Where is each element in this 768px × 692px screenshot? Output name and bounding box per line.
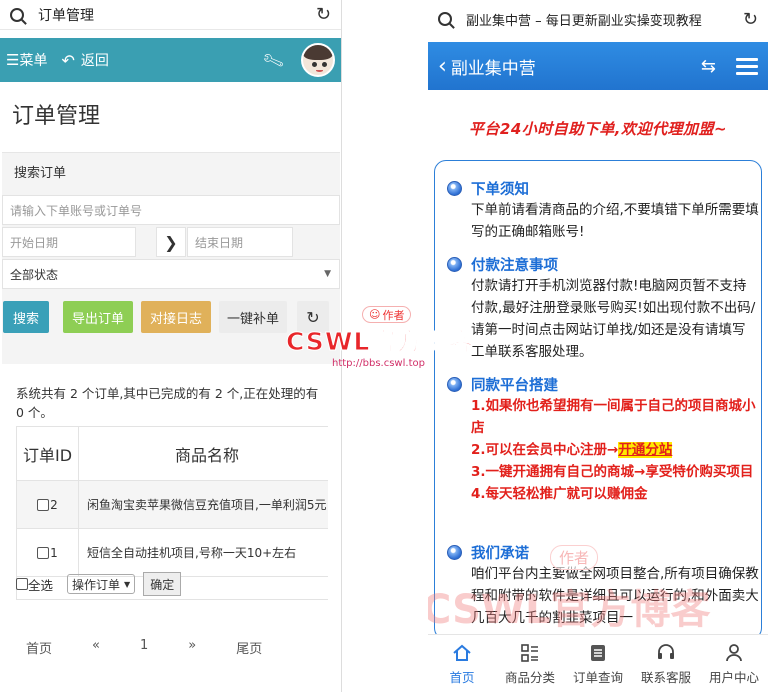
first-page-link[interactable]: 首页 [26, 638, 52, 657]
order-stats: 系统共有 2 个订单,其中已完成的有 2 个,正在处理的有 0 个。 [16, 386, 319, 420]
product-name: 闲鱼淘宝卖苹果微信豆充值项目,一单利润5元 [87, 498, 327, 512]
menu-button[interactable]: ☰ 菜单 [6, 50, 47, 70]
reload-icon[interactable]: ↻ [743, 9, 758, 30]
section-title: 付款注意事项 [471, 257, 558, 274]
confirm-button[interactable]: 确定 [143, 572, 182, 596]
address-bar[interactable]: 订单管理 ↻ [0, 0, 341, 30]
switch-icon[interactable]: ⇆ [701, 56, 716, 77]
section-title: 我们承诺 [471, 545, 529, 562]
row-checkbox[interactable] [37, 546, 50, 559]
url-title: 副业集中营 – 每日更新副业实操变现教程 [466, 13, 702, 29]
bullet-icon [447, 256, 462, 272]
menu-label: 菜单 [19, 53, 48, 69]
back-label: 返回 [80, 53, 109, 69]
export-orders-button[interactable]: 导出订单 [63, 301, 133, 333]
section-title: 同款平台搭建 [471, 377, 558, 394]
section-body: 咱们平台内主要做全网项目整合,所有项目确保教程和附带的软件是详细且可以运行的,和… [471, 566, 759, 626]
current-page[interactable]: 1 [140, 638, 148, 657]
prev-page-link[interactable]: « [92, 638, 100, 657]
select-all-label: 全选 [28, 577, 54, 593]
step-line: 1.如果你也希望拥有一间属于自己的项目商城小店 [471, 398, 756, 436]
watermark: ☺ 作者 CSWL官方博客 http://bbs.cswl.top [285, 306, 486, 376]
section-title: 下单须知 [471, 181, 529, 198]
status-select[interactable]: 全部状态 ▼ [2, 259, 340, 289]
chevron-down-icon: ▼ [324, 269, 331, 279]
url-title: 订单管理 [38, 7, 94, 24]
bullet-icon [447, 544, 462, 560]
tab-user-center[interactable]: 用户中心 [700, 635, 768, 692]
hamburger-icon: ☰ [6, 51, 20, 69]
page-title: 订单管理 [12, 104, 101, 129]
search-icon [438, 12, 452, 26]
reload-icon[interactable]: ↻ [316, 4, 331, 25]
column-header-id: 订单ID [17, 427, 79, 480]
section-body: 付款请打开手机浏览器付款!电脑网页暂不支持付款,最好注册登录账号购买!如出现付款… [471, 278, 756, 360]
table-row[interactable]: 1 短信全自动挂机项目,号称一天10+左右 [17, 529, 328, 577]
product-name: 短信全自动挂机项目,号称一天10+左右 [87, 546, 297, 560]
step-line: 4.每天轻松推广就可以赚佣金 [471, 486, 648, 502]
step-line: 2.可以在会员中心注册→开通分站 [471, 442, 673, 458]
select-all-checkbox[interactable] [16, 578, 28, 590]
table-header-row: 订单ID 商品名称 [17, 427, 328, 481]
step-line: 3.一键开通拥有自己的商城→享受特价购买项目 [471, 464, 754, 480]
notice-section: 同款平台搭建 1.如果你也希望拥有一间属于自己的项目商城小店 2.可以在会员中心… [447, 373, 759, 505]
pagination: 首页 « 1 » 尾页 [26, 638, 302, 657]
notice-section: 付款注意事项 付款请打开手机浏览器付款!电脑网页暂不支持付款,最好注册登录账号购… [447, 253, 759, 363]
column-header-name: 商品名称 [175, 445, 240, 465]
tab-customer-service[interactable]: 联系客服 [632, 635, 700, 692]
back-chevron-icon[interactable]: ‹ [438, 54, 447, 79]
notice-card: 下单须知 下单前请看清商品的介绍,不要填错下单所需要填写的正确邮箱账号! 付款注… [434, 160, 762, 640]
address-bar[interactable]: 副业集中营 – 每日更新副业实操变现教程 ↻ [428, 0, 768, 38]
bullet-icon [447, 376, 462, 392]
last-page-link[interactable]: 尾页 [236, 638, 262, 657]
bullet-icon [447, 180, 462, 196]
site-title: 副业集中营 [450, 58, 536, 79]
section-body: 下单前请看清商品的介绍,不要填错下单所需要填写的正确邮箱账号! [471, 202, 759, 240]
notice-section: 我们承诺 咱们平台内主要做全网项目整合,所有项目确保教程和附带的软件是详细且可以… [447, 541, 759, 629]
row-checkbox[interactable] [37, 498, 50, 511]
categories-icon [520, 642, 540, 664]
open-substation-link[interactable]: 开通分站 [618, 442, 673, 458]
tab-order-query[interactable]: 订单查询 [564, 635, 632, 692]
chevron-down-icon: ▼ [124, 579, 131, 589]
back-button[interactable]: ↶ 返回 [61, 50, 108, 70]
hamburger-icon[interactable] [736, 57, 758, 75]
refill-order-button[interactable]: 一键补单 [219, 301, 287, 333]
top-nav: ☰ 菜单 ↶ 返回 🔧︎ [0, 38, 341, 82]
table-row[interactable]: 2 闲鱼淘宝卖苹果微信豆充值项目,一单利润5元 [17, 481, 328, 529]
bulk-action-bar: 全选 操作订单 ▼ 确定 [16, 572, 182, 596]
tab-categories[interactable]: 商品分类 [496, 635, 564, 692]
search-panel-heading: 搜索订单 [14, 166, 67, 181]
wrench-icon[interactable]: 🔧︎ [260, 48, 286, 73]
chevron-right-icon: ❯ [156, 227, 186, 257]
keyword-input[interactable]: 请输入下单账号或订单号 [2, 195, 340, 225]
avatar[interactable] [301, 43, 335, 77]
tab-home[interactable]: 首页 [428, 635, 496, 692]
start-date-input[interactable]: 开始日期 [2, 227, 136, 257]
back-arrow-icon: ↶ [61, 50, 75, 70]
author-badge: ☺ 作者 [362, 306, 412, 323]
end-date-input[interactable]: 结束日期 [187, 227, 293, 257]
order-list-icon [588, 642, 608, 664]
bottom-tab-bar: 首页 商品分类 订单查询 联系客服 用户中心 [428, 634, 768, 692]
search-icon [10, 7, 24, 22]
headset-icon [656, 642, 676, 664]
dock-log-button[interactable]: 对接日志 [141, 301, 211, 333]
user-icon [724, 642, 744, 664]
next-page-link[interactable]: » [188, 638, 196, 657]
watermark-text: CSWL官方博客 [285, 327, 475, 357]
bulk-action-select[interactable]: 操作订单 ▼ [67, 574, 136, 594]
home-icon [452, 642, 472, 664]
slogan: 平台24小时自助下单,欢迎代理加盟~ [468, 120, 728, 138]
search-button[interactable]: 搜索 [3, 301, 49, 333]
notice-section: 下单须知 下单前请看清商品的介绍,不要填错下单所需要填写的正确邮箱账号! [447, 177, 759, 243]
watermark-url: http://bbs.cswl.top [332, 358, 425, 369]
top-nav: ‹ 副业集中营 ⇆ [428, 42, 768, 90]
